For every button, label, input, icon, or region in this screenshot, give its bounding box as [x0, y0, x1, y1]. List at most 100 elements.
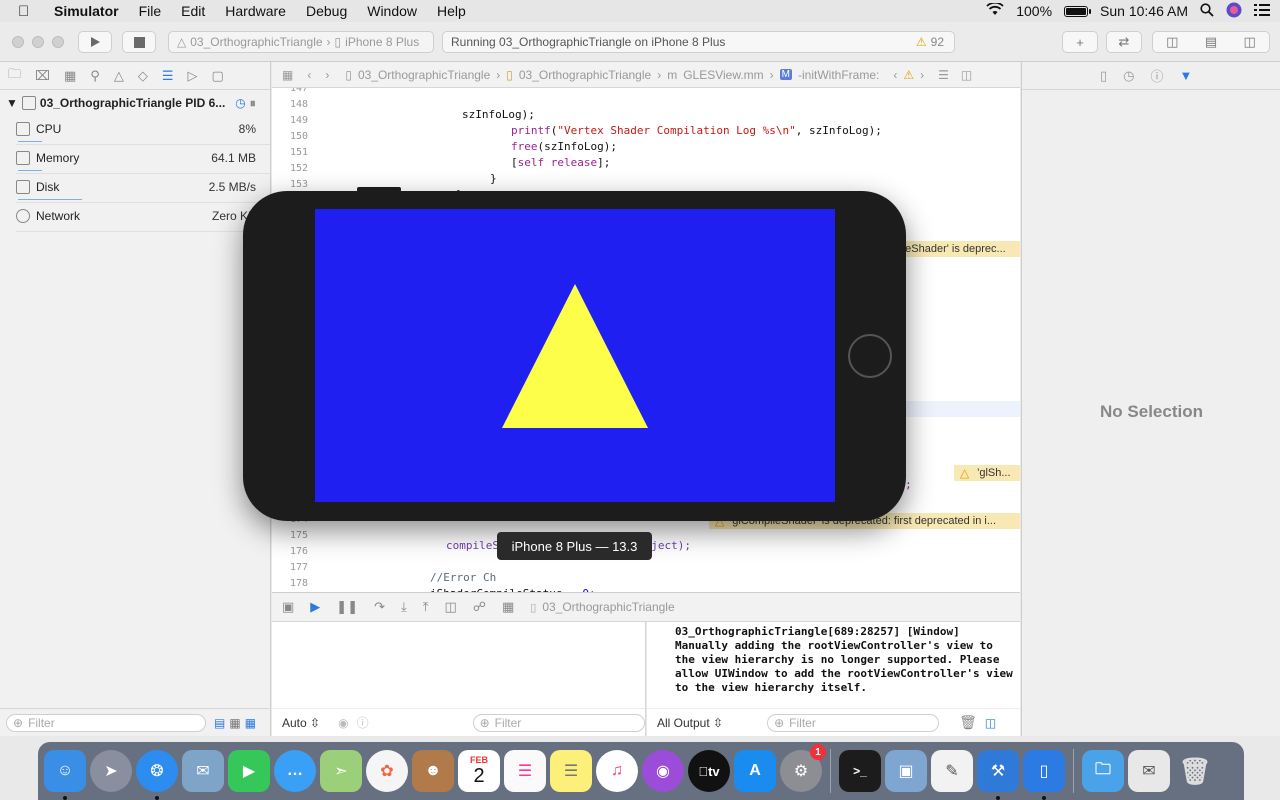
issue-icon[interactable]: △: [114, 68, 124, 84]
breakpoints-toggle-icon[interactable]: ▶: [310, 599, 320, 615]
back-button[interactable]: ‹: [307, 68, 311, 82]
stop-button[interactable]: [122, 31, 156, 53]
crash-filter-icon[interactable]: ▦: [245, 716, 256, 730]
step-into-icon[interactable]: ⤓: [401, 599, 407, 615]
preview-icon[interactable]: ▣: [885, 750, 927, 792]
wifi-icon[interactable]: [986, 1, 1004, 19]
menu-file[interactable]: File: [139, 3, 162, 19]
close-window-button[interactable]: [12, 36, 24, 48]
terminal-icon[interactable]: >_: [839, 750, 881, 792]
notification-center-icon[interactable]: [1254, 3, 1270, 19]
documents-stack-icon[interactable]: ✉: [1128, 750, 1170, 792]
gauge-cpu[interactable]: CPU 8%: [16, 116, 270, 145]
reminders-icon[interactable]: ☰: [504, 750, 546, 792]
split-view-icon[interactable]: ◫: [985, 716, 996, 730]
menu-help[interactable]: Help: [437, 3, 466, 19]
location-icon[interactable]: ▯: [530, 601, 536, 614]
photos-icon[interactable]: ✿: [366, 750, 408, 792]
textedit-icon[interactable]: ✎: [931, 750, 973, 792]
folder-icon[interactable]: 🗀: [8, 65, 21, 87]
debug-breadcrumb[interactable]: 03_OrthographicTriangle: [542, 600, 674, 614]
crumb-group[interactable]: 03_OrthographicTriangle: [519, 68, 651, 82]
siri-icon[interactable]: [1226, 2, 1242, 21]
debug-navigator-icon[interactable]: ☰: [162, 68, 174, 84]
navigator-toggle-icon[interactable]: ◫: [1166, 34, 1178, 50]
attributes-inspector-icon[interactable]: ▼: [1180, 68, 1193, 83]
menu-hardware[interactable]: Hardware: [225, 3, 286, 19]
menu-edit[interactable]: Edit: [181, 3, 205, 19]
debug-area-toggle-icon[interactable]: ▤: [1205, 34, 1217, 50]
gauge-network[interactable]: Network Zero KB: [16, 203, 270, 232]
apple-icon[interactable]: : [18, 3, 40, 20]
mail-icon[interactable]: ✉: [182, 750, 224, 792]
menu-debug[interactable]: Debug: [306, 3, 347, 19]
variables-view[interactable]: Auto ⇳ ◉ ⓘ ⊕ Filter: [272, 622, 646, 736]
info-icon[interactable]: ⓘ: [357, 714, 369, 731]
power-button[interactable]: [357, 187, 401, 192]
memory-graph-icon[interactable]: ☍: [473, 599, 486, 615]
warning-indicator[interactable]: ⚠ 92: [916, 35, 944, 49]
breakpoint-icon[interactable]: ▷: [187, 68, 197, 84]
trash-icon[interactable]: 🗑: [959, 714, 977, 731]
file-inspector-icon[interactable]: ▯: [1100, 68, 1107, 84]
xcode-icon[interactable]: ⚒: [977, 750, 1019, 800]
console-filter-input[interactable]: ⊕ Filter: [767, 713, 940, 732]
disclosure-triangle-icon[interactable]: ▼: [6, 96, 18, 110]
inspector-toggle-icon[interactable]: ◫: [1243, 34, 1255, 50]
maps-icon[interactable]: ➣: [320, 750, 362, 792]
navigator-filter-input[interactable]: ⊕ Filter: [6, 713, 206, 732]
gauge-memory[interactable]: Memory 64.1 MB: [16, 145, 270, 174]
related-items-icon[interactable]: ▦: [282, 68, 293, 82]
music-icon[interactable]: ♫: [596, 750, 638, 792]
battery-icon[interactable]: [1064, 5, 1092, 17]
hide-debug-area-icon[interactable]: ▣: [282, 599, 294, 615]
next-issue-icon[interactable]: ›: [920, 68, 924, 82]
variables-filter-input[interactable]: ⊕ Filter: [472, 713, 645, 732]
home-button[interactable]: [848, 334, 892, 378]
simulator-screen[interactable]: [315, 209, 835, 502]
report-icon[interactable]: ▢: [211, 68, 223, 84]
facetime-icon[interactable]: ▶: [228, 750, 270, 792]
library-button[interactable]: +: [1062, 31, 1098, 53]
issue-annotation[interactable]: △ 'glSh...: [954, 465, 1020, 481]
code-review-button[interactable]: ⇄: [1106, 31, 1142, 53]
spotlight-icon[interactable]: [1200, 2, 1214, 20]
crumb-project[interactable]: 03_OrthographicTriangle: [358, 68, 490, 82]
history-inspector-icon[interactable]: ◷: [1123, 68, 1134, 84]
crumb-method[interactable]: -initWithFrame:: [798, 68, 879, 82]
pause-process-icon[interactable]: ⏸: [250, 96, 256, 111]
messages-icon[interactable]: …: [274, 750, 316, 792]
scheme-device[interactable]: iPhone 8 Plus: [345, 35, 419, 49]
scheme-selector[interactable]: △ 03_OrthographicTriangle › ▯ iPhone 8 P…: [168, 31, 434, 53]
source-control-icon[interactable]: ⌧: [35, 68, 50, 84]
test-icon[interactable]: ◇: [138, 68, 148, 84]
system-preferences-icon[interactable]: ⚙ 1: [780, 744, 826, 792]
notes-icon[interactable]: ☰: [550, 750, 592, 792]
menu-clock[interactable]: Sun 10:46 AM: [1100, 3, 1188, 19]
issue-annotation[interactable]: ateShader' is deprec...: [890, 241, 1020, 257]
contacts-icon[interactable]: ☻: [412, 750, 454, 792]
help-inspector-icon[interactable]: ⓘ: [1151, 66, 1164, 85]
pause-icon[interactable]: ❚❚: [336, 599, 358, 615]
downloads-folder-icon[interactable]: 🗀: [1082, 750, 1124, 792]
crumb-file[interactable]: GLESView.mm: [683, 68, 763, 82]
menu-window[interactable]: Window: [367, 3, 417, 19]
menu-app[interactable]: Simulator: [54, 3, 119, 19]
app-store-icon[interactable]: A: [734, 750, 776, 792]
environment-overrides-icon[interactable]: ▦: [502, 599, 514, 615]
tv-icon[interactable]: tv: [688, 750, 730, 792]
previous-issue-icon[interactable]: ‹: [893, 68, 897, 82]
find-icon[interactable]: ⚲: [90, 68, 100, 84]
warning-icon[interactable]: ⚠: [903, 68, 914, 82]
simulator-icon[interactable]: ▯: [1023, 750, 1065, 800]
trash-icon[interactable]: 🗑: [1174, 750, 1216, 792]
finder-icon[interactable]: ☺: [44, 750, 86, 800]
step-out-icon[interactable]: ⤒: [423, 599, 429, 615]
scheme-target[interactable]: 03_OrthographicTriangle: [190, 35, 322, 49]
launchpad-icon[interactable]: ➤: [90, 750, 132, 792]
run-button[interactable]: [78, 31, 112, 53]
gauge-disk[interactable]: Disk 2.5 MB/s: [16, 174, 270, 203]
safari-icon[interactable]: ❂: [136, 750, 178, 800]
calendar-icon[interactable]: FEB 2: [458, 750, 500, 792]
process-row[interactable]: ▼ 03_OrthographicTriangle PID 6... ◷ ⏸: [0, 90, 270, 116]
